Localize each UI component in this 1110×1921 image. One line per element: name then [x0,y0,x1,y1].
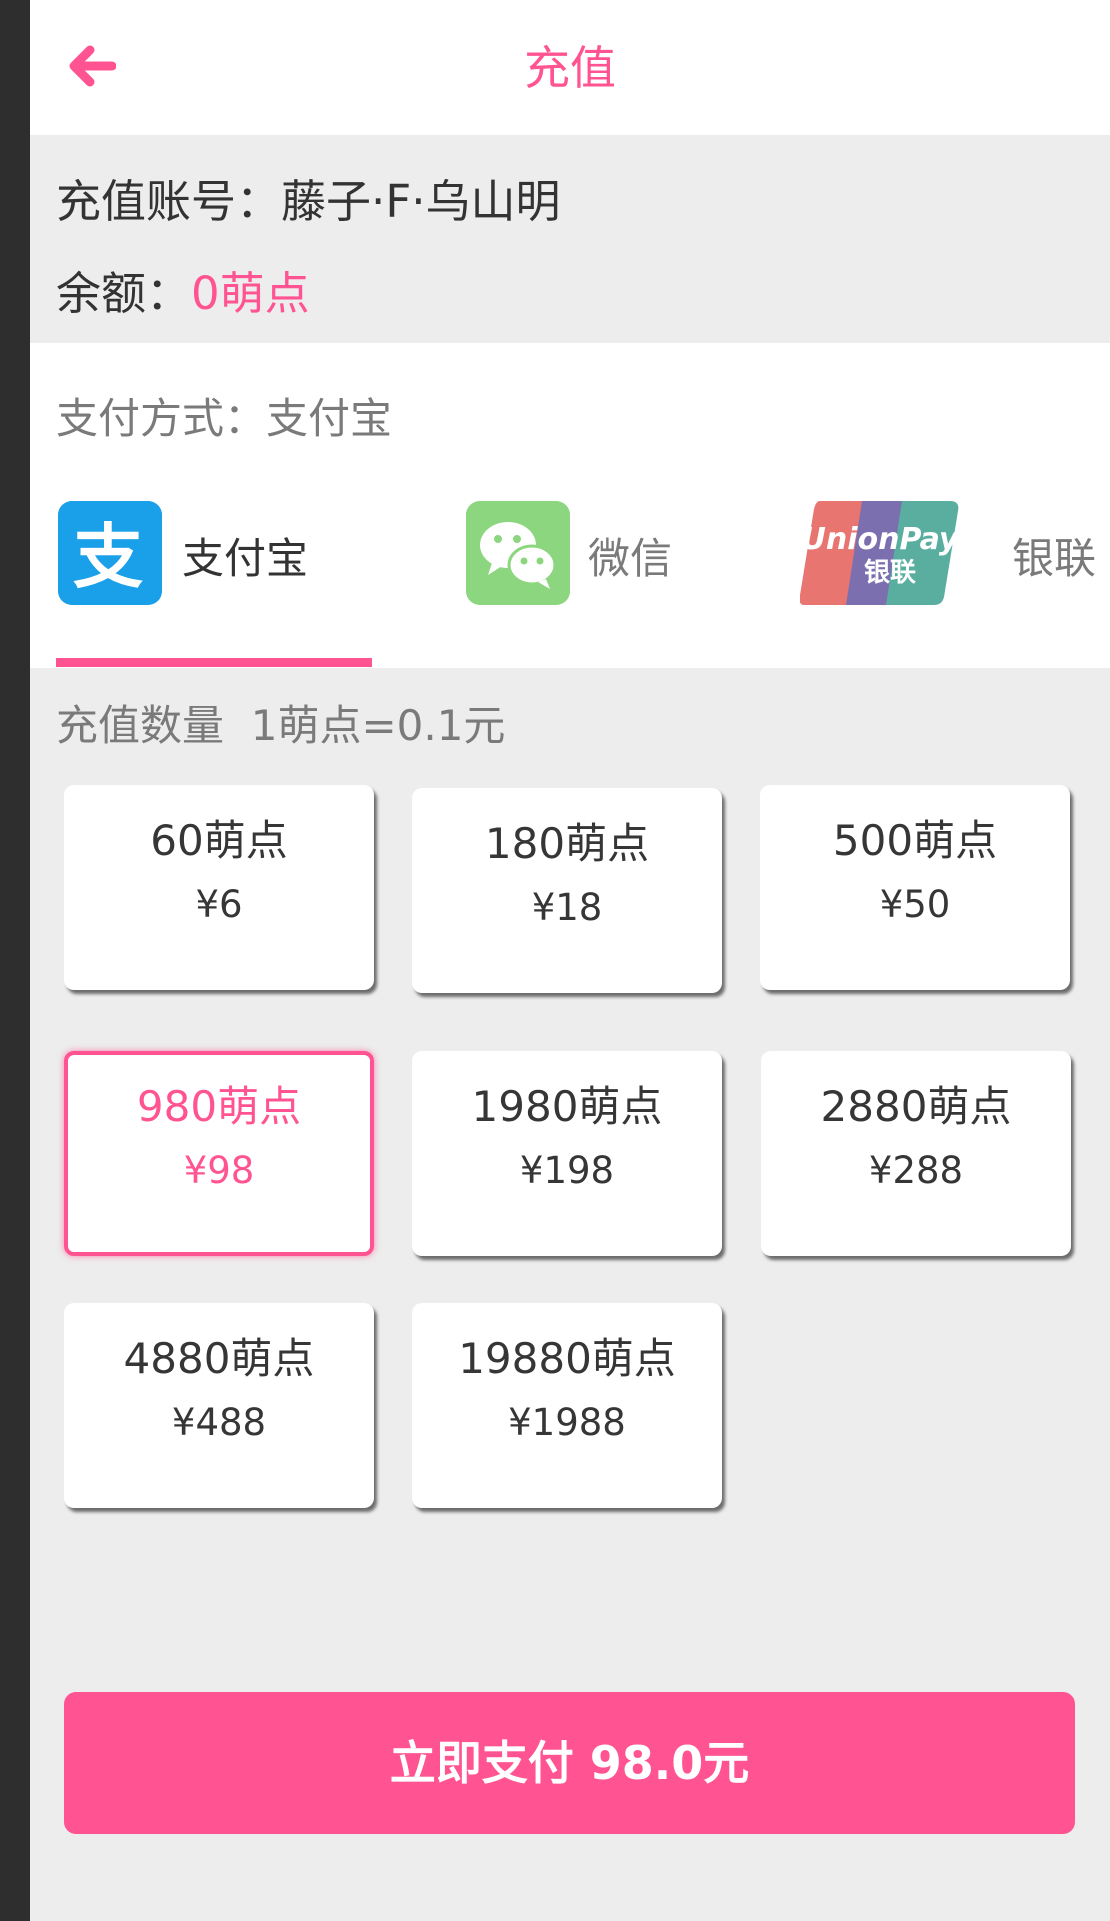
pay-now-button[interactable]: 立即支付 98.0元 [64,1692,1075,1834]
account-label: 充值账号： [56,175,282,228]
svg-text:银联: 银联 [864,558,916,588]
wechat-icon [466,501,570,605]
package-points: 4880萌点 [123,1334,315,1383]
account-row: 充值账号：藤子·F·乌山明 [56,165,561,230]
wechat-label: 微信 [588,534,673,583]
package-price: ¥98 [183,1149,255,1192]
package-card-60[interactable]: 60萌点 ¥6 [64,785,374,990]
payment-method-label: 支付方式： [56,394,267,443]
package-points: 60萌点 [150,816,288,865]
svg-text:支: 支 [73,516,143,598]
package-points: 500萌点 [832,816,998,865]
pay-now-label: 立即支付 98.0元 [389,1736,750,1790]
payment-option-wechat[interactable]: 微信 [466,501,716,605]
recharge-screen: 充值 充值账号：藤子·F·乌山明 余额：0萌点 支付方式：支付宝 支 支付宝 微… [30,0,1110,1921]
package-price: ¥198 [519,1149,615,1192]
account-name: 藤子·F·乌山明 [281,175,561,228]
package-card-500[interactable]: 500萌点 ¥50 [760,785,1070,990]
unionpay-icon: UnionPay 银联 [800,501,960,605]
package-price: ¥1988 [508,1401,626,1444]
package-points: 180萌点 [484,819,650,868]
account-section: 充值账号：藤子·F·乌山明 余额：0萌点 [30,135,1110,343]
package-price: ¥50 [879,883,951,926]
package-price: ¥18 [531,886,603,929]
package-card-1980[interactable]: 1980萌点 ¥198 [412,1051,722,1256]
package-card-980-selected[interactable]: 980萌点 ¥98 [64,1051,374,1256]
package-price: ¥6 [195,883,243,926]
package-points: 980萌点 [136,1082,302,1131]
selected-payment-indicator [56,658,372,667]
top-bar: 充值 [30,0,1110,135]
alipay-label: 支付宝 [182,534,309,583]
package-points: 2880萌点 [820,1082,1012,1131]
payment-section: 支付方式：支付宝 支 支付宝 微信 UnionPay 银联 银联 [30,343,1110,668]
package-price: ¥488 [171,1401,267,1444]
balance-row: 余额：0萌点 [56,257,310,322]
package-card-4880[interactable]: 4880萌点 ¥488 [64,1303,374,1508]
package-points: 1980萌点 [471,1082,663,1131]
payment-method-row: 支付方式：支付宝 [56,385,392,446]
balance-label: 余额： [56,267,192,320]
package-points: 19880萌点 [458,1334,676,1383]
package-card-19880[interactable]: 19880萌点 ¥1988 [412,1303,722,1508]
payment-option-alipay[interactable]: 支 支付宝 [58,501,348,605]
payment-method-selected: 支付宝 [266,394,393,443]
alipay-icon: 支 [58,501,162,605]
svg-text:UnionPay: UnionPay [802,522,960,557]
page-title: 充值 [524,41,616,95]
unionpay-label: 银联 [1012,534,1097,583]
package-card-180[interactable]: 180萌点 ¥18 [412,788,722,993]
package-price: ¥288 [868,1149,964,1192]
left-edge-strip [0,0,30,1921]
payment-option-unionpay[interactable]: UnionPay 银联 银联 [800,501,1100,605]
recharge-amount-header: 充值数量 1萌点=0.1元 [56,692,505,753]
recharge-amount-label: 充值数量 [56,701,225,750]
balance-value: 0萌点 [191,267,310,320]
exchange-rate: 1萌点=0.1元 [250,701,506,750]
package-card-2880[interactable]: 2880萌点 ¥288 [761,1051,1071,1256]
